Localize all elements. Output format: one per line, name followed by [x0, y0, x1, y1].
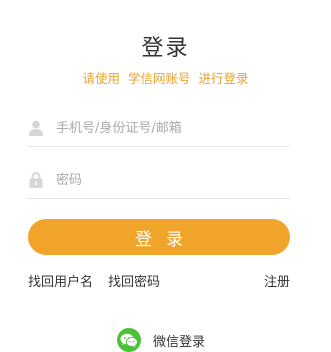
subtitle-part-2: 学信网账号 — [127, 71, 191, 86]
find-username-link[interactable]: 找回用户名 — [28, 271, 93, 290]
username-field-row — [28, 110, 290, 147]
wechat-icon — [117, 328, 141, 352]
subtitle-part-3: 进行登录 — [198, 71, 249, 86]
wechat-login-button[interactable]: 微信登录 — [117, 328, 205, 352]
password-field-row — [28, 162, 290, 199]
register-link[interactable]: 注册 — [264, 271, 290, 290]
username-input[interactable] — [56, 113, 290, 143]
password-input[interactable] — [56, 165, 290, 195]
user-icon — [28, 120, 44, 136]
find-password-link[interactable]: 找回密码 — [108, 271, 160, 290]
login-button[interactable]: 登录 — [28, 219, 290, 255]
page-title: 登录 — [141, 36, 190, 61]
account-links: 找回用户名 找回密码 注册 — [28, 271, 290, 290]
wechat-login-label: 微信登录 — [153, 334, 206, 350]
login-subtitle: 请使用 学信网账号 进行登录 — [0, 68, 331, 87]
lock-icon — [28, 172, 44, 188]
subtitle-part-1: 请使用 — [82, 71, 120, 86]
